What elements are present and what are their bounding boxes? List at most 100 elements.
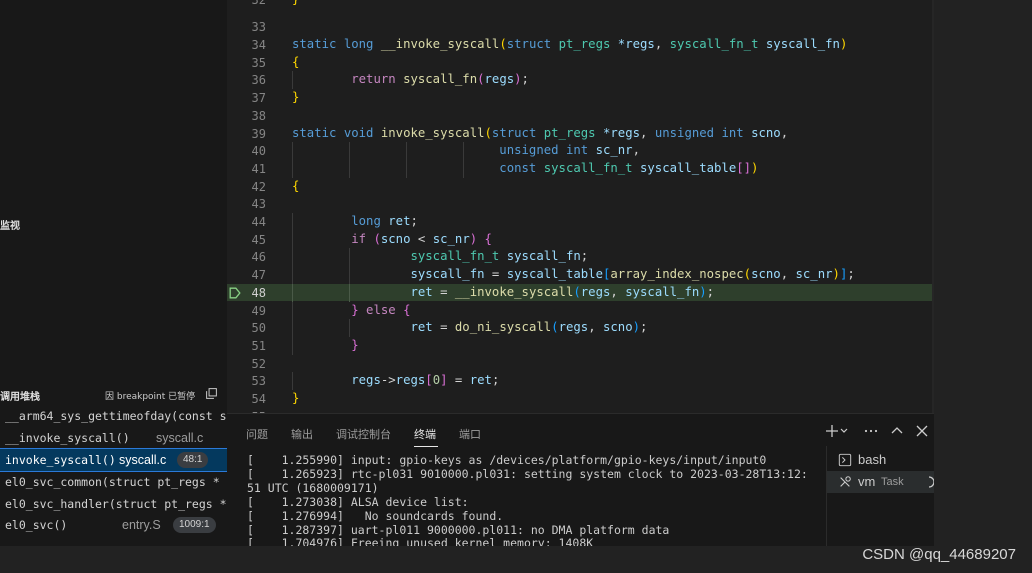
terminal-item-bash[interactable]: bash xyxy=(827,449,935,471)
code-line: 52 xyxy=(227,355,934,373)
token: scno xyxy=(751,267,781,282)
token: syscall_table xyxy=(639,160,737,175)
code-text: if (scno < sc_nr) { xyxy=(351,231,492,246)
token: scno xyxy=(380,231,411,246)
token: syscall_fn_t xyxy=(543,160,633,175)
debug-sidebar: 监视 调用堆栈 因 breakpoint 已暂停 __arm64_sys_get… xyxy=(0,0,227,546)
token: long xyxy=(351,214,381,228)
code-text: { xyxy=(292,179,299,193)
watch-section-title[interactable]: 监视 xyxy=(0,217,20,232)
callstack-frame[interactable]: el0_svc() entry.S 1009:1 xyxy=(0,514,227,536)
code-line: 40 unsigned int sc_nr, xyxy=(227,142,934,161)
code-text: return syscall_fn(regs); xyxy=(351,72,529,87)
frame-function: el0_svc_handler(struct pt_regs * re xyxy=(5,497,227,511)
callstack-frame[interactable]: __invoke_syscall() syscall.c xyxy=(0,427,227,449)
token: scno xyxy=(751,125,781,140)
callstack-frame[interactable]: __arm64_sys_gettimeofday(const stru xyxy=(0,405,227,427)
line-number: 43 xyxy=(251,197,266,212)
line-number: 33 xyxy=(251,20,266,34)
collapse-all-icon[interactable] xyxy=(205,387,218,400)
tab-problems[interactable]: 问题 xyxy=(246,426,268,442)
add-terminal-icon[interactable] xyxy=(824,423,840,439)
tab-output[interactable]: 输出 xyxy=(291,426,313,442)
terminal-output-line: [ 1.273038] ALSA device list: xyxy=(247,495,469,509)
code-line: 41 const syscall_fn_t syscall_table[]) xyxy=(227,159,934,178)
token: ret xyxy=(410,320,433,335)
code-text: syscall_fn_t syscall_fn; xyxy=(410,249,589,264)
code-line: 50 ret = do_ni_syscall(regs, scno); xyxy=(227,319,934,338)
token: syscall_fn xyxy=(410,267,485,282)
code-line: 33 xyxy=(227,18,934,36)
token: const xyxy=(499,160,537,175)
token: } xyxy=(292,90,300,105)
close-panel-icon[interactable] xyxy=(914,423,930,439)
maximize-panel-icon[interactable] xyxy=(889,423,905,439)
token: sc_nr xyxy=(595,143,633,158)
line-number: 46 xyxy=(251,250,266,265)
code-line: 53 regs->regs[0] = ret; xyxy=(227,372,934,391)
code-line: 39 static void invoke_syscall(struct pt_… xyxy=(227,125,934,143)
line-number: 48 xyxy=(251,285,266,300)
line-number: 49 xyxy=(251,303,266,318)
terminal-output-line: 51 UTC (1680009171) xyxy=(247,481,379,495)
frame-position-badge: 1009:1 xyxy=(173,517,216,533)
callstack-frame-selected[interactable]: invoke_syscall() syscall.c 48:1 xyxy=(0,448,227,472)
line-number: 45 xyxy=(251,232,266,247)
tab-terminal[interactable]: 终端 xyxy=(414,426,436,442)
line-number: 50 xyxy=(251,321,266,336)
tab-debug-console[interactable]: 调试控制台 xyxy=(336,426,391,442)
token: ret xyxy=(410,284,433,299)
code-text: } else { xyxy=(351,302,411,317)
frame-function: __arm64_sys_gettimeofday(const stru xyxy=(5,409,227,423)
code-text: ret = __invoke_syscall(regs, syscall_fn)… xyxy=(410,284,715,299)
token: else xyxy=(366,302,396,317)
token: *regs xyxy=(617,37,655,51)
code-line: 35 { xyxy=(227,54,934,72)
paused-status: 因 breakpoint 已暂停 xyxy=(105,392,196,402)
frame-file: entry.S xyxy=(122,518,161,532)
tab-ports[interactable]: 端口 xyxy=(459,426,481,442)
token: regs xyxy=(351,373,381,388)
code-text: { xyxy=(292,55,299,69)
code-text: syscall_fn = syscall_table[array_index_n… xyxy=(410,267,855,282)
callstack-frame[interactable]: el0_svc_common(struct pt_regs * reg xyxy=(0,471,227,493)
chevron-down-icon[interactable] xyxy=(839,423,849,439)
code-line: 36 return syscall_fn(regs); xyxy=(227,71,934,90)
callstack-frame[interactable]: el0_svc_handler(struct pt_regs * re xyxy=(0,493,227,515)
closing-brace: } xyxy=(292,0,299,6)
line-number: 40 xyxy=(251,144,266,159)
code-text: static long __invoke_syscall(struct pt_r… xyxy=(292,37,848,51)
more-actions-icon[interactable] xyxy=(863,423,879,439)
line-number: 35 xyxy=(251,55,266,70)
line-number: 39 xyxy=(251,126,266,141)
token: if xyxy=(351,231,367,246)
code-editor[interactable]: 32 } 33 34 static long __invoke_syscall(… xyxy=(227,0,934,413)
token: invoke_syscall xyxy=(380,125,485,140)
code-line: 43 xyxy=(227,195,934,213)
code-text: regs->regs[0] = ret; xyxy=(351,373,500,388)
terminal-output-line: [ 1.287397] uart-pl011 9000000.pl011: no… xyxy=(247,523,670,537)
line-number: 34 xyxy=(251,38,266,52)
code-line: 32 } xyxy=(227,0,934,9)
token: syscall_fn_t xyxy=(410,249,500,264)
code-line: 37 } xyxy=(227,89,934,107)
terminal-list: bash vm Task xyxy=(826,446,935,546)
code-text: ret = do_ni_syscall(regs, scno); xyxy=(410,320,648,335)
frame-function: __invoke_syscall() xyxy=(5,431,130,445)
terminal-icon xyxy=(838,453,852,467)
callstack-header[interactable]: 调用堆栈 因 breakpoint 已暂停 xyxy=(0,384,227,404)
frame-function: invoke_syscall() xyxy=(5,453,116,467)
terminal-output-line: [ 1.255990] input: gpio-keys as /devices… xyxy=(247,453,767,467)
code-line: 51 } xyxy=(227,336,934,355)
terminal-output-line: [ 1.276994] No soundcards found. xyxy=(247,509,504,523)
code-text: const syscall_fn_t syscall_table[]) xyxy=(499,160,759,175)
token: { xyxy=(292,178,300,193)
line-number: 38 xyxy=(251,108,266,123)
code-text: static void invoke_syscall(struct pt_reg… xyxy=(292,125,789,140)
token: syscall_fn_t xyxy=(669,37,759,51)
terminal-name: vm xyxy=(858,474,876,489)
terminal-item-vm[interactable]: vm Task xyxy=(827,471,935,493)
token: } xyxy=(292,391,300,405)
bottom-strip: CSDN @qq_44689207 xyxy=(0,546,1032,573)
token: syscall_fn xyxy=(403,72,478,87)
